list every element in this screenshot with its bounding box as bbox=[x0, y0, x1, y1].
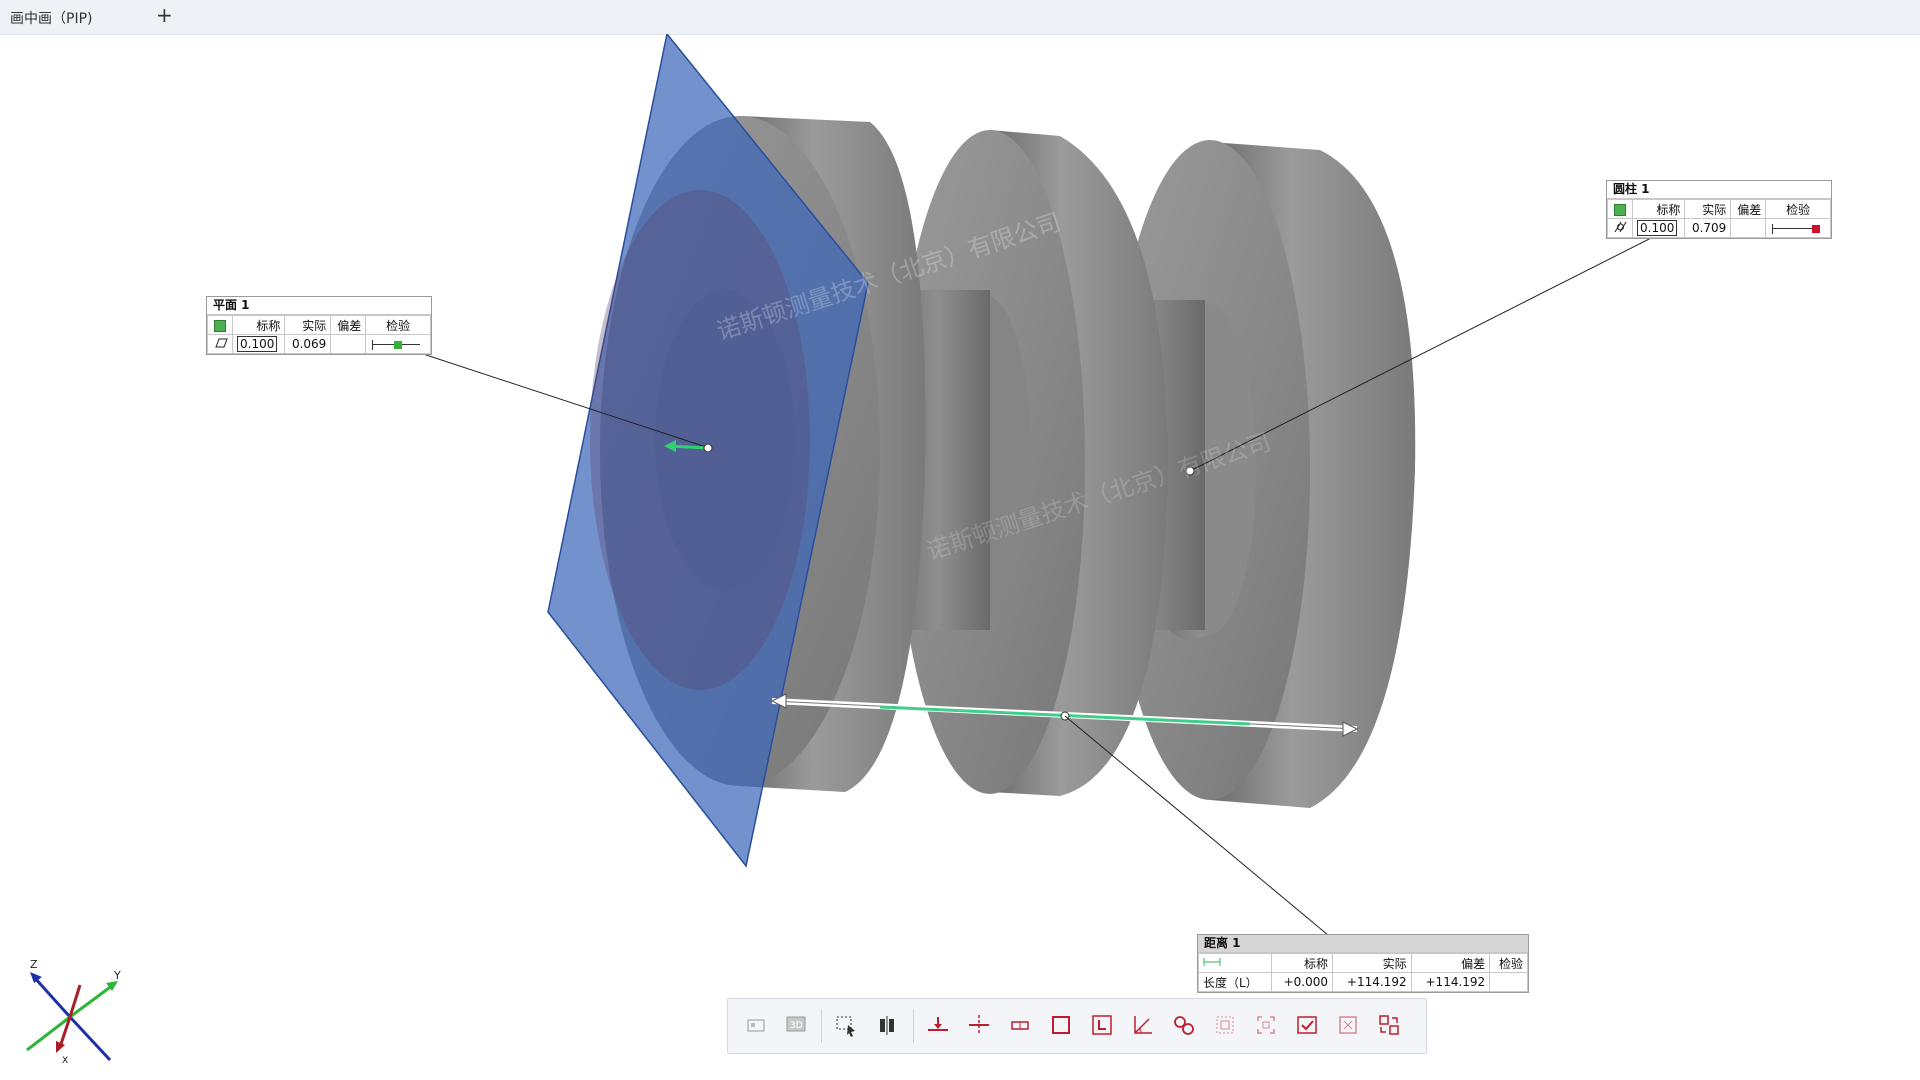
annotation-title: 平面 1 bbox=[207, 297, 431, 315]
plane-feature-icon[interactable] bbox=[924, 1011, 952, 1039]
annotation-cylinder[interactable]: 圆柱 1 标称 实际 偏差 检验 0.100 0.709 bbox=[1606, 180, 1832, 239]
svg-text:3D: 3D bbox=[790, 1021, 803, 1031]
header-nominal: 标称 bbox=[1270, 953, 1334, 973]
status-square-icon bbox=[1614, 203, 1626, 216]
row-label: 长度（L） bbox=[1198, 972, 1272, 992]
deviation-value bbox=[1730, 218, 1767, 238]
nominal-value: 0.100 bbox=[1637, 220, 1678, 236]
status-square-icon bbox=[214, 319, 226, 332]
export-icon[interactable] bbox=[1375, 1011, 1403, 1039]
nominal-value: +0.000 bbox=[1270, 972, 1334, 992]
tab-pip[interactable]: 画中画（PIP) bbox=[10, 8, 92, 28]
report-remove-icon[interactable] bbox=[1334, 1011, 1362, 1039]
tolerance-gauge bbox=[1770, 223, 1822, 234]
header-check: 检验 bbox=[1489, 953, 1528, 973]
header-check: 检验 bbox=[1765, 199, 1831, 219]
annotation-title: 圆柱 1 bbox=[1607, 181, 1831, 199]
header-actual: 实际 bbox=[1332, 953, 1412, 973]
header-nominal: 标称 bbox=[1631, 199, 1686, 219]
angle-icon[interactable] bbox=[1129, 1011, 1157, 1039]
square-icon[interactable] bbox=[1047, 1011, 1075, 1039]
actual-value: +114.192 bbox=[1332, 972, 1412, 992]
check-value bbox=[1489, 972, 1528, 992]
actual-value: 0.069 bbox=[284, 334, 332, 354]
deviation-value: +114.192 bbox=[1410, 972, 1491, 992]
box-select-icon[interactable] bbox=[832, 1011, 860, 1039]
fit-selection-icon[interactable] bbox=[1252, 1011, 1280, 1039]
circles-icon[interactable] bbox=[1170, 1011, 1198, 1039]
datum-icon[interactable] bbox=[1088, 1011, 1116, 1039]
align-icon[interactable] bbox=[873, 1011, 901, 1039]
header-deviation: 偏差 bbox=[1410, 953, 1491, 973]
tab-bar: 画中画（PIP) + bbox=[0, 0, 1920, 35]
annotation-plane[interactable]: 平面 1 标称 实际 偏差 检验 0.100 0.069 bbox=[206, 296, 432, 355]
actual-value: 0.709 bbox=[1684, 218, 1732, 238]
annotation-title: 距离 1 bbox=[1198, 935, 1528, 953]
fit-view-icon[interactable] bbox=[1211, 1011, 1239, 1039]
flatness-icon bbox=[207, 334, 233, 354]
view-3d-icon[interactable]: 3D bbox=[782, 1011, 810, 1039]
axis-x-label: X bbox=[62, 1056, 68, 1065]
section-icon[interactable] bbox=[965, 1011, 993, 1039]
add-tab-button[interactable]: + bbox=[156, 3, 173, 27]
nominal-value: 0.100 bbox=[237, 336, 278, 352]
header-nominal: 标称 bbox=[231, 315, 286, 335]
report-check-icon[interactable] bbox=[1293, 1011, 1321, 1039]
annotation-distance[interactable]: 距离 1 标称 实际 偏差 检验 长度（L） +0.000 +114.192 +… bbox=[1197, 934, 1529, 993]
bottom-toolbar: 3D bbox=[727, 998, 1427, 1054]
header-actual: 实际 bbox=[284, 315, 332, 335]
axis-y-label: Y bbox=[113, 969, 121, 982]
header-actual: 实际 bbox=[1684, 199, 1732, 219]
distance-type-icon bbox=[1198, 953, 1272, 973]
axis-z-label: Z bbox=[30, 958, 38, 971]
cylindricity-icon bbox=[1607, 218, 1633, 238]
tolerance-gauge bbox=[370, 339, 422, 350]
header-deviation: 偏差 bbox=[1730, 199, 1767, 219]
deviation-value bbox=[330, 334, 367, 354]
header-deviation: 偏差 bbox=[330, 315, 367, 335]
axis-triad: Z Y X bbox=[26, 958, 121, 1065]
header-check: 检验 bbox=[365, 315, 431, 335]
distance-icon[interactable] bbox=[1006, 1011, 1034, 1039]
view-2d-icon[interactable] bbox=[742, 1011, 770, 1039]
